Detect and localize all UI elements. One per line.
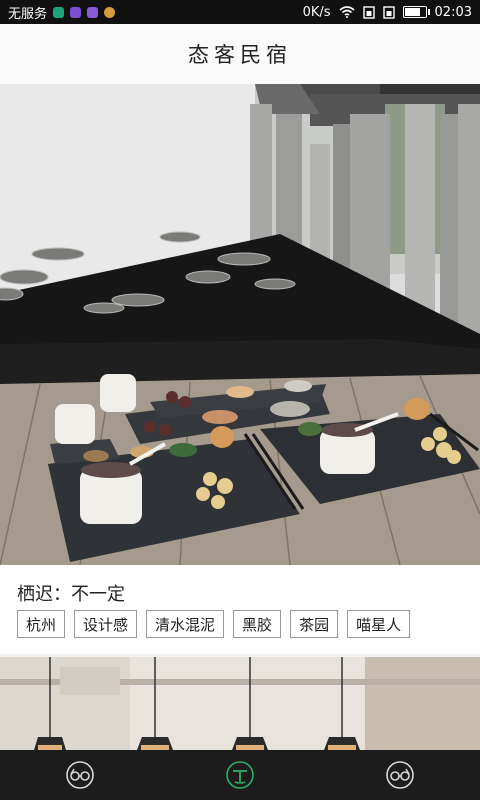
tag[interactable]: 喵星人 — [347, 610, 411, 638]
app-header: 态客民宿 — [0, 24, 480, 85]
listing-photo[interactable] — [0, 657, 480, 750]
listing-card[interactable]: 栖迟：不一定 杭州 设计感 清水混泥 黑胶 茶园 喵星人 — [0, 84, 480, 654]
tag[interactable]: 黑胶 — [233, 610, 282, 638]
stay-duration: 栖迟：不一定 — [17, 584, 125, 605]
sim-icon — [362, 5, 375, 19]
listing-info: 栖迟：不一定 杭州 设计感 清水混泥 黑胶 茶园 喵星人 — [0, 565, 480, 654]
clock: 02:03 — [434, 4, 472, 20]
tag-list: 杭州 设计感 清水混泥 黑胶 茶园 喵星人 — [17, 610, 411, 638]
tag[interactable]: 设计感 — [74, 610, 138, 638]
status-bar: 无服务 0K/s 02:03 — [0, 0, 480, 24]
wifi-icon — [339, 6, 355, 18]
listing-photo[interactable] — [0, 84, 480, 565]
nav-tab-discover[interactable] — [50, 750, 110, 800]
sim-icon — [382, 5, 395, 19]
battery-icon — [402, 6, 430, 18]
app-notification-icon — [70, 6, 82, 18]
app-notification-icon — [87, 6, 99, 18]
nav-tab-profile[interactable] — [370, 750, 430, 800]
page-title: 态客民宿 — [188, 43, 292, 67]
tag[interactable]: 茶园 — [290, 610, 339, 638]
glasses-icon — [386, 761, 414, 789]
bottom-nav — [0, 750, 480, 800]
app-notification-icon — [53, 6, 65, 18]
carrier-label: 无服务 — [8, 6, 48, 22]
nav-tab-home[interactable] — [210, 750, 270, 800]
tag[interactable]: 杭州 — [17, 610, 66, 638]
tea-icon — [226, 761, 254, 789]
glasses-icon — [66, 761, 94, 789]
app-notification-icon — [104, 6, 116, 18]
network-speed: 0K/s — [302, 4, 331, 20]
tag[interactable]: 清水混泥 — [146, 610, 225, 638]
listing-card[interactable] — [0, 657, 480, 750]
